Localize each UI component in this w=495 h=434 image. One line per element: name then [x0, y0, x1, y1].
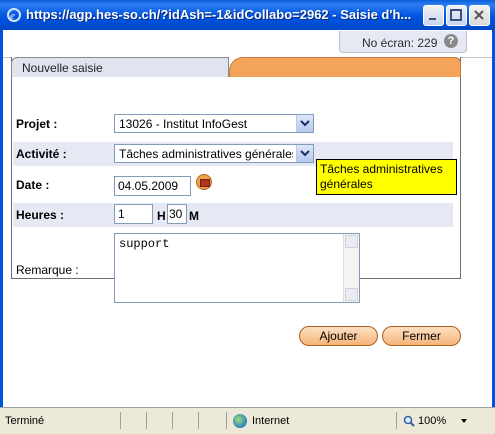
projet-label: Projet :: [16, 117, 58, 131]
security-zone: Internet: [252, 415, 290, 427]
screen-number-badge: No écran: 229 ?: [339, 31, 467, 53]
close-window-button[interactable]: [469, 5, 490, 26]
close-icon: [474, 10, 484, 20]
hours-input[interactable]: [114, 204, 153, 224]
remarque-label: Remarque :: [16, 263, 79, 277]
zoom-icon[interactable]: [403, 415, 415, 427]
internet-explorer-icon: e: [7, 8, 21, 22]
status-bar: Terminé Internet 100%: [0, 407, 495, 434]
help-icon[interactable]: ?: [444, 34, 458, 48]
remarque-text: support: [119, 237, 170, 251]
projet-select[interactable]: 13026 - Institut InfoGest: [114, 114, 314, 133]
minutes-unit: M: [189, 209, 199, 223]
screen-number-label: No écran: 229: [362, 36, 438, 50]
maximize-button[interactable]: [446, 5, 467, 26]
chevron-down-icon: [300, 120, 310, 127]
globe-icon: [233, 414, 247, 428]
window-title-bar[interactable]: e https://agp.hes-so.ch/?idAsh=-1&idColl…: [0, 0, 495, 30]
remarque-textarea[interactable]: support: [114, 233, 360, 303]
calendar-icon[interactable]: [196, 174, 212, 190]
chevron-down-icon: [300, 150, 310, 157]
svg-text:e: e: [10, 10, 15, 22]
scroll-down-icon[interactable]: [345, 288, 358, 301]
maximize-icon: [450, 9, 462, 21]
activite-tooltip: Tâches administratives générales: [316, 159, 457, 195]
activite-label: Activité :: [16, 147, 67, 161]
window-title: https://agp.hes-so.ch/?idAsh=-1&idCollab…: [26, 7, 412, 22]
tab-nouvelle-saisie[interactable]: Nouvelle saisie: [11, 57, 229, 77]
tab-label: Nouvelle saisie: [22, 61, 103, 75]
projet-select-value: 13026 - Institut InfoGest: [119, 117, 248, 131]
hours-unit: H: [157, 209, 166, 223]
status-divider: [120, 412, 121, 429]
minutes-input[interactable]: [167, 204, 187, 224]
activite-select-value: Tâches administratives générales: [119, 147, 293, 161]
date-input[interactable]: [114, 176, 191, 196]
minimize-icon: [429, 18, 436, 20]
zoom-level[interactable]: 100%: [418, 415, 446, 427]
activite-select[interactable]: Tâches administratives générales: [114, 144, 314, 163]
tab-header-decoration: [229, 57, 461, 77]
status-divider: [226, 412, 227, 429]
textarea-scrollbar[interactable]: [343, 234, 359, 302]
dropdown-arrow[interactable]: [296, 145, 313, 162]
scroll-up-icon[interactable]: [345, 235, 358, 248]
dropdown-arrow[interactable]: [296, 115, 313, 132]
heures-row-bg: [13, 203, 453, 227]
panel-tabs: Nouvelle saisie: [11, 57, 461, 77]
status-divider: [198, 412, 199, 429]
status-divider: [146, 412, 147, 429]
minimize-button[interactable]: [423, 5, 444, 26]
status-divider: [172, 412, 173, 429]
fermer-button[interactable]: Fermer: [382, 326, 461, 346]
date-label: Date :: [16, 178, 50, 192]
status-divider: [396, 412, 397, 429]
ajouter-button[interactable]: Ajouter: [299, 326, 378, 346]
zoom-dropdown-icon[interactable]: [461, 419, 467, 423]
heures-label: Heures :: [16, 208, 65, 222]
status-text: Terminé: [5, 415, 45, 427]
